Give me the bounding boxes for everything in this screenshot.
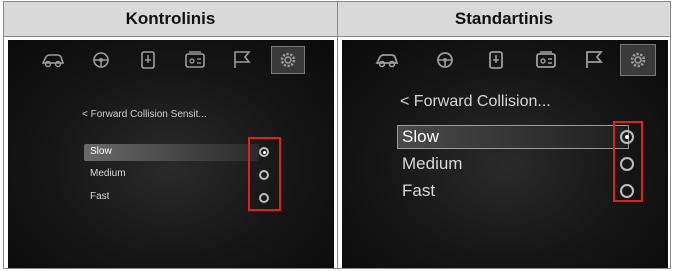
option-slow[interactable]: Slow bbox=[402, 127, 439, 147]
radio-icon[interactable] bbox=[180, 46, 210, 74]
car-icon[interactable] bbox=[38, 46, 68, 74]
column-header-standard: Standartinis bbox=[338, 2, 670, 36]
car-icon[interactable] bbox=[372, 46, 402, 74]
steering-icon[interactable] bbox=[430, 46, 460, 74]
option-fast[interactable]: Fast bbox=[402, 181, 435, 201]
highlight-box bbox=[613, 121, 643, 202]
flag-icon[interactable] bbox=[227, 46, 257, 74]
gear-icon[interactable] bbox=[620, 44, 656, 76]
option-medium[interactable]: Medium bbox=[90, 168, 126, 179]
header-divider bbox=[4, 36, 670, 37]
seat-icon[interactable] bbox=[481, 46, 511, 74]
icon-bar bbox=[8, 40, 334, 80]
breadcrumb-back[interactable]: < Forward Collision Sensit... bbox=[82, 109, 207, 120]
option-slow[interactable]: Slow bbox=[90, 146, 112, 157]
standard-screen: < Forward Collision... Slow Medium Fast bbox=[342, 40, 668, 268]
steering-icon[interactable] bbox=[86, 46, 116, 74]
control-screen: < Forward Collision Sensit... Slow Mediu… bbox=[8, 40, 334, 268]
seat-icon[interactable] bbox=[133, 46, 163, 74]
column-header-control: Kontrolinis bbox=[4, 2, 337, 36]
radio-icon[interactable] bbox=[531, 46, 561, 74]
breadcrumb-back[interactable]: < Forward Collision... bbox=[400, 93, 551, 111]
highlight-box bbox=[248, 137, 281, 211]
column-divider bbox=[337, 2, 338, 268]
gear-icon[interactable] bbox=[271, 46, 305, 74]
comparison-table: Kontrolinis Standartinis < Forward Colli… bbox=[3, 1, 671, 269]
option-medium[interactable]: Medium bbox=[402, 154, 462, 174]
option-fast[interactable]: Fast bbox=[90, 191, 109, 202]
flag-icon[interactable] bbox=[579, 46, 609, 74]
icon-bar bbox=[342, 40, 668, 80]
